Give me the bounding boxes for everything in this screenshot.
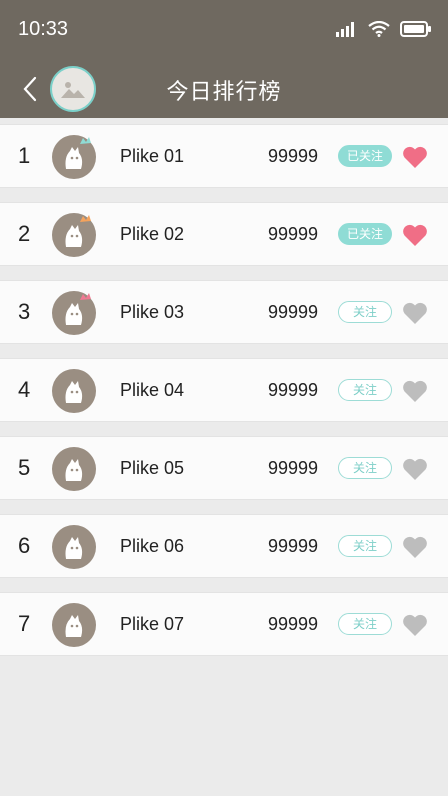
like-button[interactable] [402, 535, 428, 559]
cat-avatar-icon [53, 214, 95, 256]
cat-avatar-icon [53, 292, 95, 334]
heart-icon [403, 536, 427, 558]
avatar[interactable] [52, 447, 96, 491]
avatar[interactable] [52, 291, 96, 335]
status-icons [336, 19, 432, 39]
heart-icon [403, 458, 427, 480]
rank-number: 5 [18, 455, 31, 480]
heart-icon [403, 302, 427, 324]
status-time: 10:33 [18, 18, 69, 40]
list-item[interactable]: 4 Plike 04 99999 关注 [0, 358, 448, 422]
rank-number: 6 [18, 533, 31, 558]
page-title: 今日排行榜 [166, 79, 282, 104]
cat-avatar-icon [53, 604, 95, 646]
list-item[interactable]: 5 Plike 05 99999 关注 [0, 436, 448, 500]
signal-icon [336, 22, 354, 37]
follow-button[interactable]: 关注 [338, 535, 392, 557]
score-value: 99999 [268, 380, 319, 400]
user-name[interactable]: Plike 06 [120, 536, 184, 557]
user-name[interactable]: Plike 05 [120, 458, 184, 479]
wifi-icon [368, 21, 390, 37]
avatar[interactable] [52, 135, 96, 179]
follow-button[interactable]: 已关注 [338, 145, 392, 167]
list-item[interactable]: 7 Plike 07 99999 关注 [0, 592, 448, 656]
list-item[interactable]: 2 Plike 02 99999 已关注 [0, 202, 448, 266]
rank-number: 7 [18, 611, 31, 636]
cat-avatar-icon [53, 526, 95, 568]
like-button[interactable] [402, 301, 428, 325]
user-name[interactable]: Plike 02 [120, 224, 184, 245]
score-value: 99999 [268, 536, 319, 556]
avatar[interactable] [52, 213, 96, 257]
score-value: 99999 [268, 614, 319, 634]
like-button[interactable] [402, 613, 428, 637]
follow-button[interactable]: 已关注 [338, 223, 392, 245]
rank-number: 3 [18, 299, 31, 324]
rank-number: 4 [18, 377, 31, 402]
avatar[interactable] [52, 369, 96, 413]
user-name[interactable]: Plike 01 [120, 146, 184, 167]
heart-icon [403, 224, 427, 246]
rank-number: 1 [18, 143, 31, 168]
nav-bar: 今日排行榜 [0, 60, 448, 116]
like-button[interactable] [402, 145, 428, 169]
like-button[interactable] [402, 379, 428, 403]
cat-avatar-icon [53, 136, 95, 178]
avatar[interactable] [52, 525, 96, 569]
battery-icon [400, 21, 431, 37]
like-button[interactable] [402, 223, 428, 247]
follow-button[interactable]: 关注 [338, 457, 392, 479]
score-value: 99999 [268, 146, 319, 166]
follow-button[interactable]: 关注 [338, 301, 392, 323]
heart-icon [403, 614, 427, 636]
avatar[interactable] [52, 603, 96, 647]
like-button[interactable] [402, 457, 428, 481]
list-item[interactable]: 3 Plike 03 99999 关注 [0, 280, 448, 344]
cat-avatar-icon [53, 448, 95, 490]
follow-button[interactable]: 关注 [338, 613, 392, 635]
user-name[interactable]: Plike 04 [120, 380, 184, 401]
rank-number: 2 [18, 221, 31, 246]
score-value: 99999 [268, 302, 319, 322]
follow-button[interactable]: 关注 [338, 379, 392, 401]
user-name[interactable]: Plike 03 [120, 302, 184, 323]
list-item[interactable]: 1 Plike 01 99999 已关注 [0, 124, 448, 188]
score-value: 99999 [268, 224, 319, 244]
user-name[interactable]: Plike 07 [120, 614, 184, 635]
score-value: 99999 [268, 458, 319, 478]
heart-icon [403, 146, 427, 168]
heart-icon [403, 380, 427, 402]
cat-avatar-icon [53, 370, 95, 412]
list-item[interactable]: 6 Plike 06 99999 关注 [0, 514, 448, 578]
header: 10:33 今日排行榜 [0, 0, 448, 118]
